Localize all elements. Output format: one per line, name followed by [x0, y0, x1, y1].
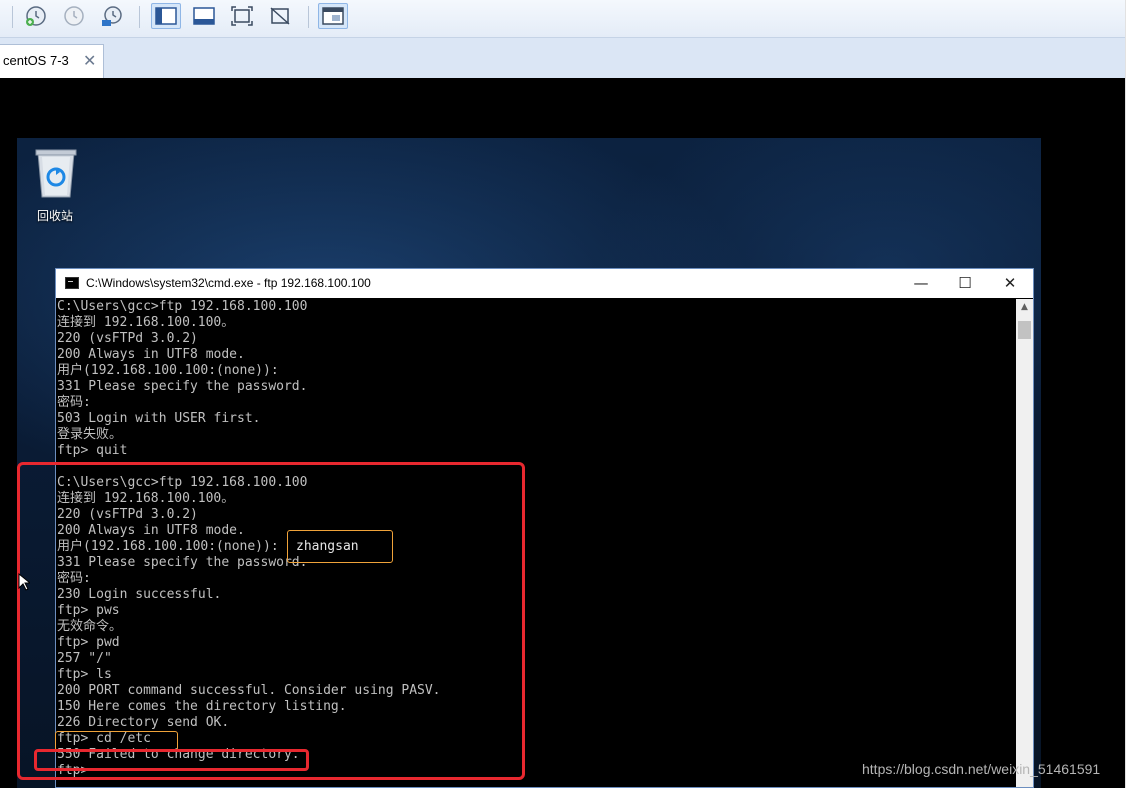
toolbar-separator	[12, 6, 13, 28]
cmd-icon	[65, 277, 79, 289]
vm-toolbar	[0, 0, 1125, 38]
console-line: C:\Users\gcc>ftp 192.168.100.100	[57, 299, 308, 314]
fit-guest-icon[interactable]	[189, 3, 219, 29]
console-line: 200 Always in UTF8 mode.	[57, 347, 245, 362]
cmd-titlebar[interactable]: C:\Windows\system32\cmd.exe - ftp 192.16…	[56, 269, 1033, 298]
scrollbar-thumb[interactable]	[1018, 321, 1031, 339]
thumbnail-view-icon[interactable]	[318, 3, 348, 29]
snapshot-take-icon[interactable]	[21, 3, 51, 29]
mouse-cursor-icon	[18, 572, 32, 595]
annotation-username-text: zhangsan	[296, 539, 359, 554]
maximize-icon[interactable]: ☐	[951, 273, 979, 293]
console-line: 登录失败。	[57, 427, 123, 442]
vm-tab-label: centOS 7-3	[3, 53, 69, 68]
toolbar-separator	[139, 6, 140, 28]
snapshot-revert-icon[interactable]	[59, 3, 89, 29]
annotation-cd-command-box	[55, 731, 178, 751]
toolbar-separator	[308, 6, 309, 28]
minimize-icon[interactable]: —	[907, 273, 935, 293]
console-scrollbar[interactable]: ▲	[1016, 299, 1033, 787]
vm-tab-strip: centOS 7-3 ✕	[0, 38, 1125, 79]
console-line: 用户(192.168.100.100:(none)):	[57, 363, 279, 378]
console-line: ftp> quit	[57, 443, 128, 458]
unity-icon[interactable]	[265, 3, 295, 29]
vm-tab-centos[interactable]: centOS 7-3 ✕	[0, 44, 104, 78]
annotation-username-box: zhangsan	[287, 530, 393, 563]
watermark-text: https://blog.csdn.net/weixin_51461591	[862, 761, 1101, 777]
close-icon[interactable]: ✕	[83, 51, 96, 70]
right-edge	[1125, 0, 1145, 788]
cmd-window-title: C:\Windows\system32\cmd.exe - ftp 192.16…	[86, 276, 371, 290]
console-line: 331 Please specify the password.	[57, 379, 308, 394]
console-line: 连接到 192.168.100.100。	[57, 315, 235, 330]
recycle-bin-label: 回收站	[36, 209, 73, 223]
recycle-bin-icon[interactable]	[34, 147, 78, 199]
scroll-up-arrow-icon[interactable]: ▲	[1016, 299, 1033, 316]
full-screen-icon[interactable]	[227, 3, 257, 29]
close-icon[interactable]: ✕	[996, 273, 1024, 293]
console-line: 密码:	[57, 395, 91, 410]
console-view-icon[interactable]	[151, 3, 181, 29]
snapshot-manager-icon[interactable]	[97, 3, 127, 29]
annotation-red-box-error	[34, 749, 309, 771]
console-line: 220 (vsFTPd 3.0.2)	[57, 331, 198, 346]
console-line: 503 Login with USER first.	[57, 411, 261, 426]
